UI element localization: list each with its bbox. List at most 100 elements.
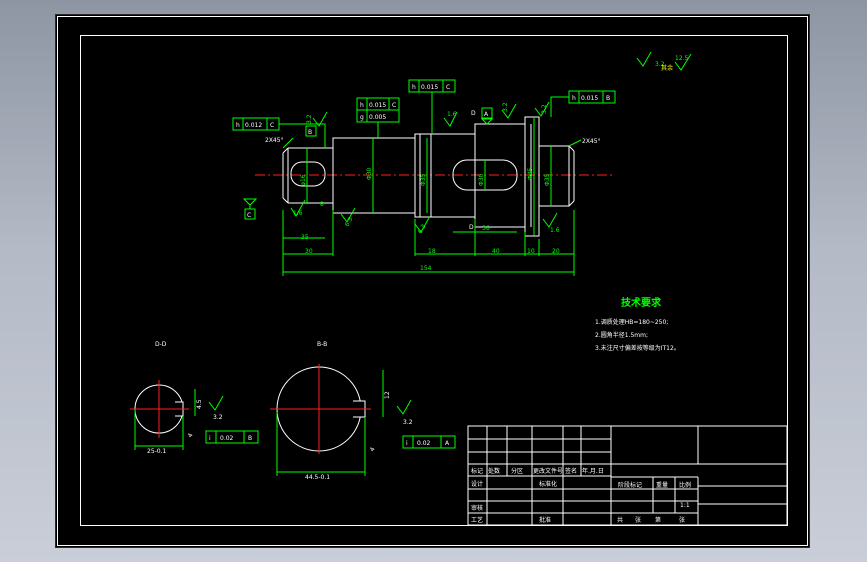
dim-18: 18 bbox=[428, 248, 436, 255]
section-left-rough: 3.2 bbox=[213, 414, 223, 421]
tech-req-item-1: 1.调质处理HB=180~250; bbox=[595, 318, 668, 326]
svg-text:g: g bbox=[360, 114, 364, 121]
svg-text:C: C bbox=[392, 102, 396, 109]
svg-text:C: C bbox=[247, 212, 251, 219]
tb-sheet-total: 共 bbox=[617, 516, 623, 524]
tb-header-3: 更改文件号 bbox=[533, 467, 563, 475]
svg-text:h: h bbox=[412, 84, 416, 91]
svg-text:0.015: 0.015 bbox=[421, 84, 438, 91]
svg-text:0.005: 0.005 bbox=[369, 114, 386, 121]
datum-a: A bbox=[480, 107, 494, 125]
svg-text:B: B bbox=[308, 129, 312, 136]
dia-d4: Φ30 bbox=[478, 173, 485, 186]
roughness-symbols: 1.6 3.2 6.3 1.6 3.2 3.2 6.3 1.6 3.2 bbox=[290, 51, 665, 235]
rough-r8: 1.6 bbox=[550, 227, 560, 234]
tb-design: 设计 bbox=[471, 480, 483, 488]
tb-standardization: 标准化 bbox=[539, 480, 557, 488]
rough-r2: 3.2 bbox=[306, 114, 313, 124]
section-right-width: 44.5-0.1 bbox=[305, 474, 330, 481]
tb-sheet-no: 第 bbox=[655, 516, 661, 524]
tb-approve: 批准 bbox=[539, 516, 551, 524]
dim-35: 35 bbox=[301, 234, 309, 241]
dia-d1: φ16 bbox=[300, 174, 307, 186]
tb-scale: 比例 bbox=[679, 481, 691, 489]
tb-header-1: 处数 bbox=[488, 467, 500, 475]
dia-d6: Φ35 bbox=[544, 173, 551, 186]
leader-4 bbox=[550, 96, 569, 117]
tb-scale-value: 1:1 bbox=[680, 502, 690, 509]
tolerance-frame-h0012: h 0.012 C bbox=[232, 117, 280, 131]
section-right-title: B-B bbox=[317, 341, 327, 348]
tech-req-title: 技术要求 bbox=[621, 296, 662, 309]
svg-text:0.015: 0.015 bbox=[369, 102, 386, 109]
rough-r4: 1.6 bbox=[447, 111, 457, 118]
tb-sheet-word-2: 张 bbox=[679, 516, 685, 524]
tb-weight: 重量 bbox=[656, 481, 668, 489]
technical-requirements: 技术要求 1.调质处理HB=180~250; 2.圆角半径1.5mm; 3.未注… bbox=[595, 296, 680, 352]
tolerance-frame-h0015-top: h 0.015 C bbox=[408, 79, 456, 93]
section-left-title: D-D bbox=[155, 341, 167, 348]
dim-154: 154 bbox=[420, 265, 432, 272]
left-keyway bbox=[290, 161, 326, 187]
dia-d2: Φ30 bbox=[366, 167, 373, 180]
roughness-note-text: 其余 bbox=[661, 64, 673, 72]
tb-stage-mark: 阶段标记 bbox=[618, 481, 642, 489]
svg-text:i: i bbox=[209, 435, 211, 442]
svg-text:i: i bbox=[406, 440, 408, 447]
svg-text:h: h bbox=[236, 122, 240, 129]
tb-header-4: 签名 bbox=[565, 467, 577, 475]
svg-text:C: C bbox=[446, 84, 450, 91]
tb-process: 工艺 bbox=[471, 516, 483, 524]
rough-r3: 6.3 bbox=[344, 216, 355, 228]
inner-frame bbox=[80, 35, 788, 526]
shaft-lower-outline bbox=[288, 179, 570, 237]
section-left-slot: 4 bbox=[187, 432, 195, 439]
svg-text:C: C bbox=[270, 122, 274, 129]
svg-text:A: A bbox=[484, 111, 489, 118]
dim-20: 20 bbox=[552, 248, 560, 255]
dim-36: 36 bbox=[482, 225, 490, 232]
tb-header-0: 标记 bbox=[471, 467, 483, 475]
svg-text:0.015: 0.015 bbox=[581, 95, 598, 102]
rough-r6: 3.2 bbox=[541, 104, 548, 114]
tb-header-5: 年.月.日 bbox=[582, 467, 604, 475]
chamfer-left: 2X45° bbox=[265, 137, 284, 144]
svg-text:h: h bbox=[572, 95, 576, 102]
datum-d-label-2: D bbox=[469, 224, 474, 231]
dia-d3: Φ35 bbox=[420, 173, 427, 186]
svg-text:0.012: 0.012 bbox=[245, 122, 262, 129]
datum-d-label: D bbox=[471, 110, 476, 117]
dim-10: 10 bbox=[527, 248, 535, 255]
title-block: 标记 处数 分区 更改文件号 签名 年.月.日 设计 标准化 阶段标记 重量 比… bbox=[467, 425, 788, 526]
section-left-width: 25-0.1 bbox=[147, 448, 167, 455]
svg-text:h: h bbox=[360, 102, 364, 109]
svg-text:A: A bbox=[445, 440, 450, 447]
tolerance-frame-h0015: h 0.015 C bbox=[356, 97, 400, 111]
svg-text:B: B bbox=[606, 95, 610, 102]
svg-text:B: B bbox=[248, 435, 252, 442]
tb-sheet-word: 张 bbox=[635, 516, 641, 524]
dia-d5: Φ45 bbox=[527, 167, 534, 180]
rough-r7: 6.3 bbox=[417, 223, 428, 235]
datum-b: B bbox=[305, 125, 317, 137]
dim-40: 40 bbox=[492, 248, 500, 255]
tb-header-2: 分区 bbox=[511, 467, 523, 475]
tech-req-item-3: 3.未注尺寸偏差按等级为IT12。 bbox=[595, 344, 680, 352]
tolerance-frame-h0015-b: h 0.015 B bbox=[568, 90, 616, 104]
cad-viewport[interactable]: 35 30 8 18 36 40 10 20 154 φ16 Φ30 Φ35 Φ… bbox=[55, 14, 810, 548]
section-left-depth: 4.5 bbox=[196, 399, 203, 409]
section-right: B-B 44.5-0.1 12 4 3.2 i 0.02 A bbox=[270, 341, 456, 481]
svg-text:0.02: 0.02 bbox=[220, 435, 234, 442]
rough-r5: 3.2 bbox=[502, 102, 509, 112]
rough-r1: 1.6 bbox=[293, 210, 303, 217]
section-left: D-D 25-0.1 4.5 4 3.2 i 0.02 B bbox=[130, 341, 259, 455]
chamfer-right: 2X45° bbox=[582, 138, 601, 145]
dim-30: 30 bbox=[305, 248, 313, 255]
roughness-note-value: 12.5 bbox=[675, 55, 689, 62]
datum-c: C bbox=[242, 198, 258, 220]
section-right-depth: 12 bbox=[384, 391, 391, 399]
svg-text:0.02: 0.02 bbox=[417, 440, 431, 447]
tech-req-item-2: 2.圆角半径1.5mm; bbox=[595, 331, 648, 339]
tolerance-frame-g0005: g 0.005 bbox=[356, 109, 400, 123]
shaft-drawing: 35 30 8 18 36 40 10 20 154 φ16 Φ30 Φ35 Φ… bbox=[57, 16, 808, 546]
